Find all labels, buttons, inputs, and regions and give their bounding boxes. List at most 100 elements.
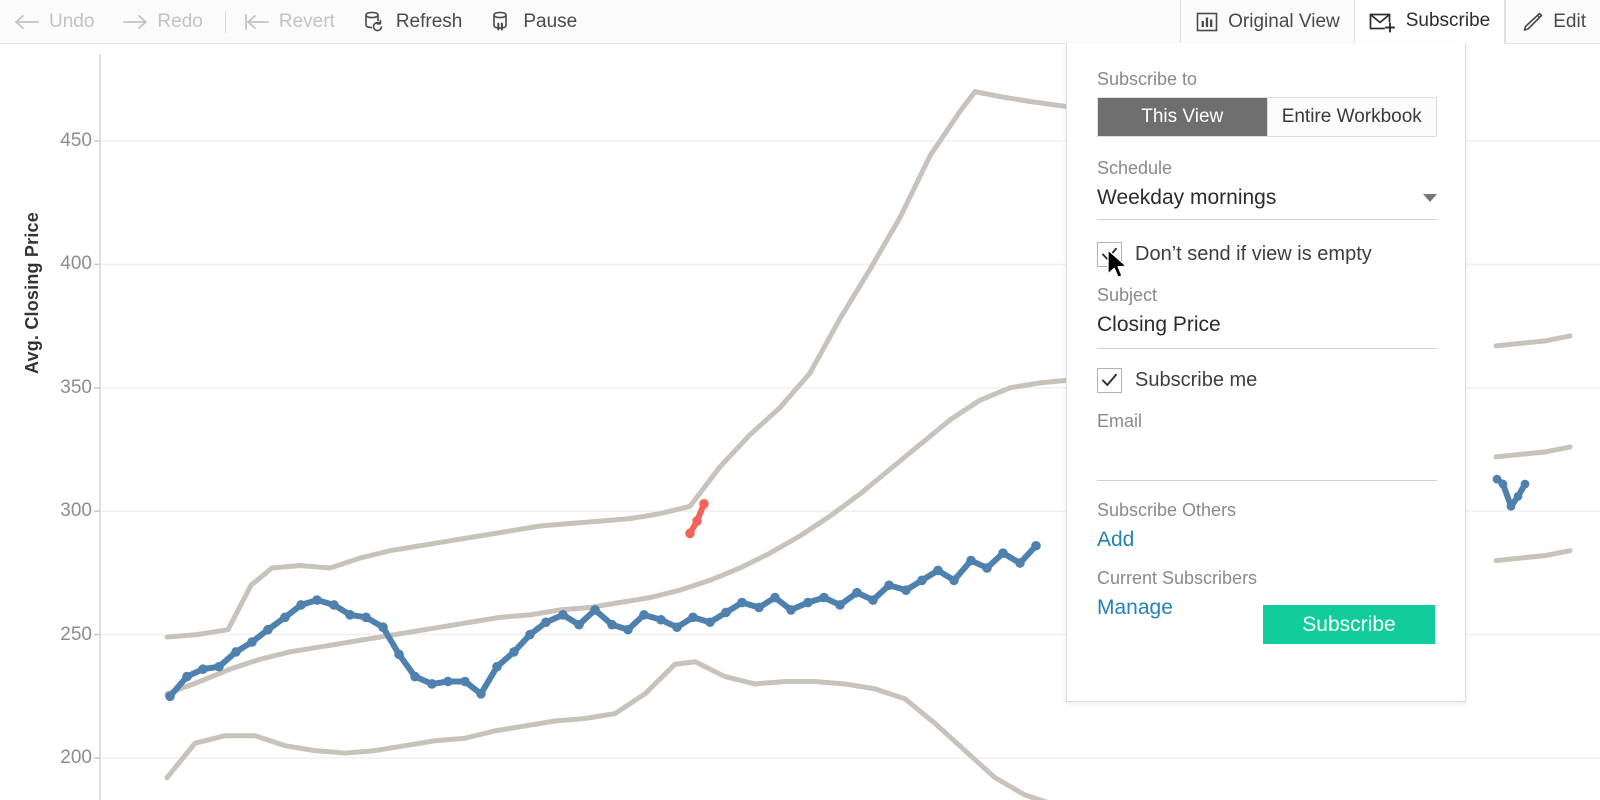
reference-band-1 (164, 377, 1069, 697)
email-input[interactable] (1097, 439, 1437, 481)
series-marker-1-1 (692, 516, 702, 526)
subscribe-others-block: Subscribe Others Add (1097, 500, 1435, 552)
series-marker-0-48 (949, 575, 959, 586)
redo-label: Redo (157, 10, 203, 32)
chevron-down-icon (1423, 194, 1437, 202)
subscribe-to-label: Subscribe to (1097, 69, 1198, 89)
series-marker-0-9 (312, 595, 322, 605)
subscribe-to-segmented-control: This View Entire Workbook (1097, 97, 1437, 137)
series-marker-0-53 (1031, 540, 1041, 551)
series-marker-0-23 (541, 617, 551, 628)
segment-entire-workbook[interactable]: Entire Workbook (1267, 98, 1436, 136)
arrow-right-icon (122, 12, 148, 32)
subscribe-me-checkbox-row[interactable]: Subscribe me (1097, 368, 1435, 393)
reference-band-0 (164, 89, 1069, 640)
series-marker-0-1 (182, 671, 192, 682)
dont-send-if-empty-checkbox[interactable] (1097, 242, 1122, 267)
subject-label: Subject (1097, 285, 1158, 305)
check-icon (1102, 373, 1117, 386)
series-marker-0-25 (574, 619, 584, 630)
dont-send-if-empty-checkbox-row[interactable]: Don’t send if view is empty (1097, 242, 1435, 267)
toolbar-left-group: Undo Redo Revert Refresh Pause (0, 0, 591, 43)
redo-button[interactable]: Redo (108, 0, 216, 44)
schedule-label: Schedule (1097, 158, 1173, 178)
series-marker-0-31 (672, 622, 682, 632)
series-marker-0-6 (263, 624, 273, 635)
series-marker-0-47 (933, 565, 943, 576)
series-marker-0-26 (590, 605, 600, 615)
subject-value: Closing Price (1097, 313, 1221, 336)
chart-fragment-2 (1493, 548, 1573, 564)
revert-button[interactable]: Revert (230, 0, 349, 44)
refresh-button[interactable]: Refresh (349, 0, 477, 44)
series-marker-0-52 (1015, 558, 1025, 568)
subscribe-submit-button[interactable]: Subscribe (1263, 605, 1435, 644)
subject-input[interactable]: Closing Price (1097, 313, 1437, 349)
series-marker-0-4 (231, 647, 241, 657)
edit-label: Edit (1553, 10, 1586, 32)
series-marker-0-17 (443, 676, 453, 687)
add-link[interactable]: Add (1097, 528, 1435, 552)
fragment-marker-3-2 (1506, 501, 1516, 511)
series-marker-0-40 (819, 592, 829, 603)
segment-this-view[interactable]: This View (1098, 98, 1267, 136)
dont-send-if-empty-label: Don’t send if view is empty (1135, 243, 1372, 265)
series-marker-0-0 (165, 691, 175, 702)
revert-icon (244, 12, 270, 32)
series-marker-0-41 (835, 600, 845, 610)
revert-label: Revert (278, 10, 335, 32)
subscribe-button[interactable]: Subscribe (1353, 0, 1506, 44)
series-marker-0-12 (361, 612, 371, 623)
reference-band-2 (164, 659, 1049, 800)
subscribe-me-checkbox[interactable] (1097, 368, 1122, 393)
series-marker-0-18 (460, 676, 470, 687)
series-marker-0-7 (280, 612, 290, 623)
pause-label: Pause (523, 10, 578, 32)
email-value (1097, 439, 1437, 470)
fragment-marker-3-4 (1520, 479, 1530, 489)
series-marker-0-2 (198, 664, 208, 674)
series-marker-0-35 (737, 597, 747, 608)
series-marker-0-3 (214, 661, 224, 672)
original-view-button[interactable]: Original View (1181, 0, 1354, 44)
toolbar-right-group: Original View Subscribe Edit (1180, 0, 1600, 44)
series-marker-0-46 (917, 575, 927, 586)
series-marker-0-29 (639, 610, 649, 620)
series-marker-0-39 (803, 597, 813, 608)
series-marker-0-13 (378, 622, 388, 632)
undo-label: Undo (49, 10, 95, 32)
series-marker-1-2 (699, 498, 709, 509)
subscribe-me-label: Subscribe me (1135, 369, 1258, 391)
edit-button[interactable]: Edit (1506, 0, 1600, 44)
series-marker-0-44 (884, 580, 894, 591)
email-label: Email (1097, 411, 1143, 431)
series-marker-0-24 (558, 610, 568, 620)
series-marker-0-38 (786, 605, 796, 615)
fragment-marker-3-3 (1513, 491, 1523, 501)
bar-chart-icon (1195, 10, 1219, 34)
series-marker-0-14 (394, 649, 404, 660)
series-marker-0-49 (966, 555, 976, 566)
subscribe-panel: Subscribe to This View Entire Workbook S… (1066, 43, 1466, 702)
series-marker-0-33 (705, 617, 715, 628)
schedule-select[interactable]: Weekday mornings (1097, 186, 1437, 220)
pause-button[interactable]: Pause (476, 0, 591, 44)
refresh-label: Refresh (395, 10, 463, 32)
series-marker-0-8 (296, 600, 306, 610)
envelope-plus-icon (1369, 10, 1397, 34)
undo-button[interactable]: Undo (0, 0, 108, 44)
current-subscribers-label: Current Subscribers (1097, 568, 1258, 588)
schedule-value: Weekday mornings (1097, 186, 1277, 209)
arrow-left-icon (14, 12, 40, 32)
series-marker-0-27 (607, 619, 617, 630)
series-marker-0-16 (427, 679, 437, 689)
series-marker-0-34 (721, 607, 731, 618)
series-marker-0-28 (623, 624, 633, 635)
chart-fragment-0 (1493, 333, 1573, 349)
database-refresh-icon (363, 10, 387, 34)
series-marker-0-21 (509, 647, 519, 657)
series-marker-0-50 (982, 563, 992, 573)
subscribe-others-label: Subscribe Others (1097, 500, 1237, 520)
toolbar-divider-1 (224, 10, 226, 33)
series-marker-0-10 (329, 600, 339, 610)
